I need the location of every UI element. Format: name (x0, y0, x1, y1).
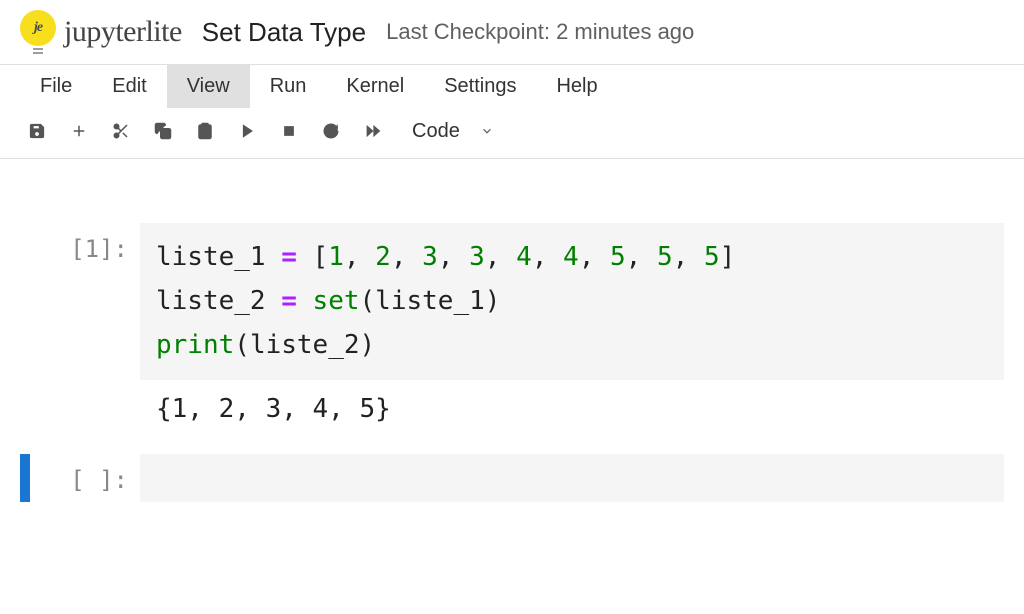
header: je jupyterlite Set Data Type Last Checkp… (0, 0, 1024, 64)
toolbar: Code (0, 108, 1024, 159)
menu-help[interactable]: Help (536, 65, 617, 108)
code-cell-1[interactable]: [1]: liste_1 = [1, 2, 3, 3, 4, 4, 5, 5, … (0, 223, 1024, 438)
notebook-title[interactable]: Set Data Type (202, 17, 366, 48)
run-icon[interactable] (230, 114, 264, 148)
cell-input[interactable] (140, 454, 1004, 502)
chevron-down-icon (480, 124, 494, 138)
stop-icon[interactable] (272, 114, 306, 148)
notebook-area: [1]: liste_1 = [1, 2, 3, 3, 4, 4, 5, 5, … (0, 159, 1024, 502)
checkpoint-label: Last Checkpoint: 2 minutes ago (386, 19, 694, 45)
restart-icon[interactable] (314, 114, 348, 148)
menu-edit[interactable]: Edit (92, 65, 166, 108)
add-cell-icon[interactable] (62, 114, 96, 148)
logo: je jupyterlite (20, 10, 182, 54)
cell-prompt: [1]: (30, 223, 140, 438)
logo-initials: je (20, 10, 56, 46)
save-icon[interactable] (20, 114, 54, 148)
cell-output: {1, 2, 3, 4, 5} (140, 380, 1004, 438)
cell-type-select[interactable]: Code (404, 118, 502, 145)
copy-icon[interactable] (146, 114, 180, 148)
menu-settings[interactable]: Settings (424, 65, 536, 108)
cut-icon[interactable] (104, 114, 138, 148)
menu-run[interactable]: Run (250, 65, 327, 108)
menu-kernel[interactable]: Kernel (326, 65, 424, 108)
code-cell-2[interactable]: [ ]: (0, 454, 1024, 502)
cell-input[interactable]: liste_1 = [1, 2, 3, 3, 4, 4, 5, 5, 5] li… (140, 223, 1004, 380)
logo-brand-text: jupyterlite (64, 15, 182, 49)
fast-forward-icon[interactable] (356, 114, 390, 148)
paste-icon[interactable] (188, 114, 222, 148)
cell-type-label: Code (412, 120, 460, 143)
logo-bulb-icon: je (20, 10, 58, 54)
menu-file[interactable]: File (20, 65, 92, 108)
cell-prompt: [ ]: (30, 454, 140, 502)
menu-view[interactable]: View (167, 65, 250, 108)
menubar: File Edit View Run Kernel Settings Help (0, 64, 1024, 108)
